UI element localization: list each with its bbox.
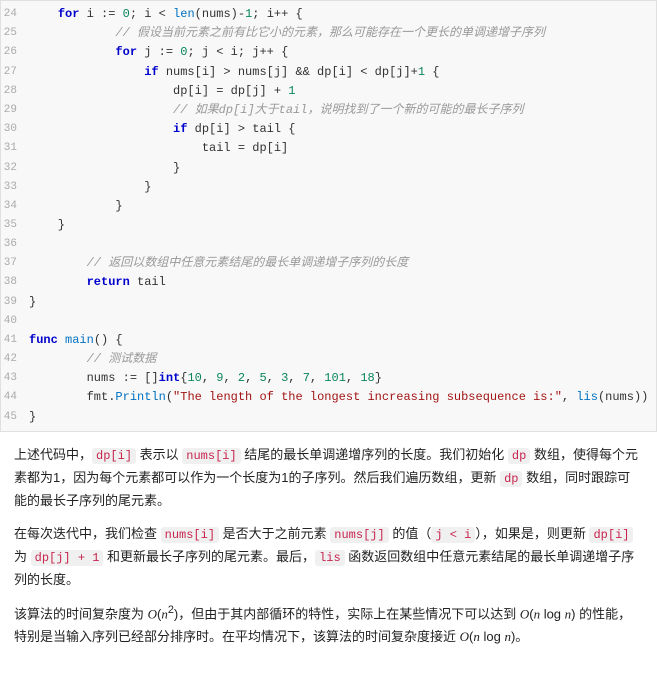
- line-number: 27: [1, 63, 29, 82]
- code-text: nums := []int{10, 9, 2, 5, 3, 7, 101, 18…: [29, 369, 648, 388]
- code-line-34: 34 }: [1, 197, 656, 216]
- line-number: 39: [1, 293, 29, 312]
- line-number: 35: [1, 216, 29, 235]
- prose-section: 上述代码中，dp[i] 表示以 nums[i] 结尾的最长单调递增序列的长度。我…: [0, 432, 657, 667]
- line-number: 33: [1, 178, 29, 197]
- code-line-33: 33 }: [1, 178, 656, 197]
- line-number: 29: [1, 101, 29, 120]
- line-number: 44: [1, 388, 29, 407]
- code-line-31: 31 tail = dp[i]: [1, 139, 656, 158]
- code-line-37: 37 // 返回以数组中任意元素结尾的最长单调递增子序列的长度: [1, 254, 656, 273]
- code-text: tail = dp[i]: [29, 139, 648, 158]
- code-text: }: [29, 216, 648, 235]
- code-line-42: 42 // 测试数据: [1, 350, 656, 369]
- code-text: }: [29, 408, 648, 427]
- code-text: dp[i] = dp[j] + 1: [29, 82, 648, 101]
- code-text: // 返回以数组中任意元素结尾的最长单调递增子序列的长度: [29, 254, 648, 273]
- code-line-27: 27 if nums[i] > nums[j] && dp[i] < dp[j]…: [1, 63, 656, 82]
- line-number: 36: [1, 235, 29, 254]
- line-number: 40: [1, 312, 29, 331]
- line-number: 41: [1, 331, 29, 350]
- line-number: 31: [1, 139, 29, 158]
- line-number: 32: [1, 159, 29, 178]
- code-line-28: 28 dp[i] = dp[j] + 1: [1, 82, 656, 101]
- code-line-26: 26 for j := 0; j < i; j++ {: [1, 43, 656, 62]
- code-line-43: 43 nums := []int{10, 9, 2, 5, 3, 7, 101,…: [1, 369, 656, 388]
- code-line-30: 30 if dp[i] > tail {: [1, 120, 656, 139]
- code-line-38: 38 return tail: [1, 273, 656, 292]
- code-line-35: 35 }: [1, 216, 656, 235]
- code-line-41: 41 func main() {: [1, 331, 656, 350]
- code-line-44: 44 fmt.Println("The length of the longes…: [1, 388, 656, 407]
- code-text: fmt.Println("The length of the longest i…: [29, 388, 648, 407]
- line-number: 45: [1, 408, 29, 427]
- paragraph-1: 上述代码中，dp[i] 表示以 nums[i] 结尾的最长单调递增序列的长度。我…: [14, 444, 643, 513]
- code-text: // 如果dp[i]大于tail，说明找到了一个新的可能的最长子序列: [29, 101, 648, 120]
- line-number: 43: [1, 369, 29, 388]
- code-text: }: [29, 293, 648, 312]
- paragraph-2: 在每次迭代中，我们检查 nums[i] 是否大于之前元素 nums[j] 的值（…: [14, 523, 643, 592]
- code-line-29: 29 // 如果dp[i]大于tail，说明找到了一个新的可能的最长子序列: [1, 101, 656, 120]
- code-text: return tail: [29, 273, 648, 292]
- code-text: if nums[i] > nums[j] && dp[i] < dp[j]+1 …: [29, 63, 648, 82]
- code-text: for j := 0; j < i; j++ {: [29, 43, 648, 62]
- code-line-32: 32 }: [1, 159, 656, 178]
- code-line-25: 25 // 假设当前元素之前有比它小的元素，那么可能存在一个更长的单调递增子序列: [1, 24, 656, 43]
- line-number: 24: [1, 5, 29, 24]
- line-number: 37: [1, 254, 29, 273]
- code-text: // 测试数据: [29, 350, 648, 369]
- line-number: 38: [1, 273, 29, 292]
- line-number: 42: [1, 350, 29, 369]
- code-text: // 假设当前元素之前有比它小的元素，那么可能存在一个更长的单调递增子序列: [29, 24, 648, 43]
- code-line-24: 24 for i := 0; i < len(nums)-1; i++ {: [1, 5, 656, 24]
- code-text: }: [29, 197, 648, 216]
- code-text: if dp[i] > tail {: [29, 120, 648, 139]
- code-block: 24 for i := 0; i < len(nums)-1; i++ { 25…: [0, 0, 657, 432]
- line-number: 26: [1, 43, 29, 62]
- code-line-40: 40: [1, 312, 656, 331]
- code-line-36: 36: [1, 235, 656, 254]
- line-number: 25: [1, 24, 29, 43]
- code-text: func main() {: [29, 331, 648, 350]
- code-text: }: [29, 178, 648, 197]
- paragraph-3: 该算法的时间复杂度为 O(n2)，但由于其内部循环的特性，实际上在某些情况下可以…: [14, 601, 643, 649]
- code-text: for i := 0; i < len(nums)-1; i++ {: [29, 5, 648, 24]
- line-number: 34: [1, 197, 29, 216]
- line-number: 28: [1, 82, 29, 101]
- code-line-39: 39 }: [1, 293, 656, 312]
- code-text: }: [29, 159, 648, 178]
- code-line-45: 45 }: [1, 408, 656, 427]
- line-number: 30: [1, 120, 29, 139]
